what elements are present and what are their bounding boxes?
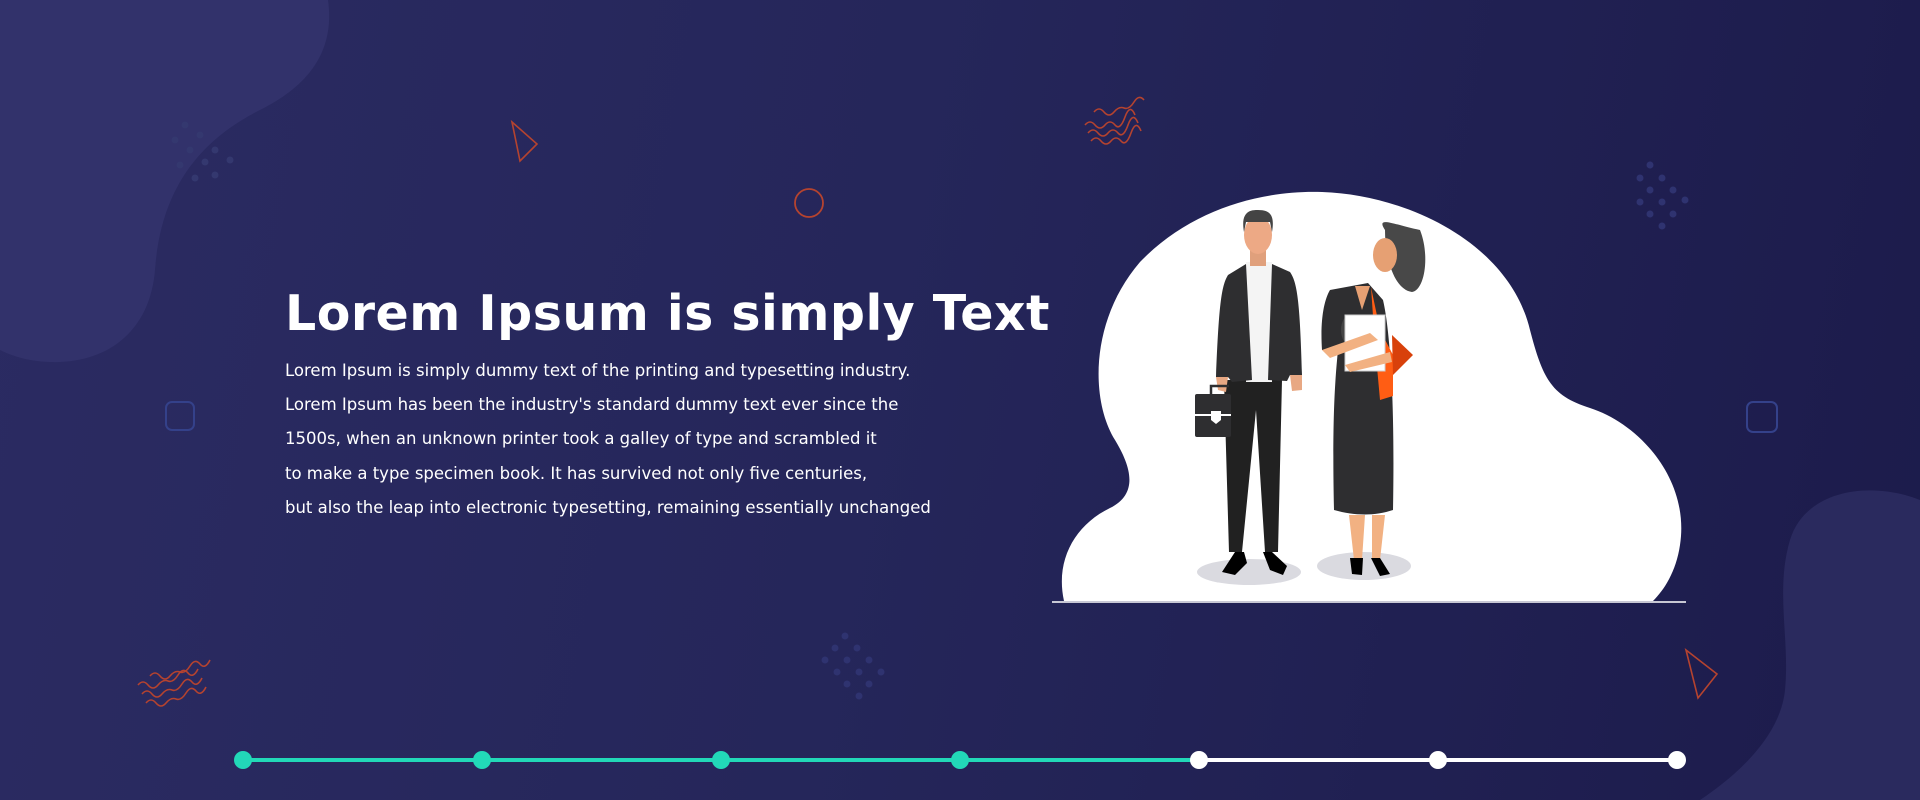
stepper-dot-2[interactable] (473, 751, 491, 769)
hero-description-line: but also the leap into electronic typese… (285, 497, 931, 517)
stepper-dot-7[interactable] (1668, 751, 1686, 769)
dot-grid-bottom (821, 632, 885, 700)
woman-shadow (1317, 552, 1411, 580)
hero-description-line: Lorem Ipsum has been the industry's stan… (285, 395, 899, 415)
circle-icon (794, 188, 824, 218)
bottom-right-blob (1700, 490, 1920, 800)
stepper-dot-6[interactable] (1429, 751, 1447, 769)
stepper-dot-5[interactable] (1190, 751, 1208, 769)
man-shadow (1197, 559, 1301, 585)
hero-description-line: 1500s, when an unknown printer took a ga… (285, 429, 877, 449)
squiggle-bottom-icon (137, 659, 211, 707)
dot-grid-right (1636, 161, 1689, 230)
hero-section: Lorem Ipsum is simply Text Lorem Ipsum i… (285, 282, 1050, 525)
stepper-dot-1[interactable] (234, 751, 252, 769)
squiggle-top-icon (1084, 96, 1145, 145)
hero-description-line: to make a type specimen book. It has sur… (285, 463, 868, 483)
hero-description: Lorem Ipsum is simply dummy text of the … (285, 354, 1050, 525)
hero-description-line: Lorem Ipsum is simply dummy text of the … (285, 361, 911, 380)
triangle-top-icon (510, 119, 539, 163)
triangle-bottom-icon (1684, 647, 1719, 700)
stepper-dot-3[interactable] (712, 751, 730, 769)
square-left-icon (165, 401, 195, 431)
illustration (1052, 191, 1686, 603)
top-left-blob (0, 0, 330, 363)
hero-title: Lorem Ipsum is simply Text (285, 285, 1050, 342)
square-right-icon (1746, 401, 1778, 433)
stepper-dot-4[interactable] (951, 751, 969, 769)
